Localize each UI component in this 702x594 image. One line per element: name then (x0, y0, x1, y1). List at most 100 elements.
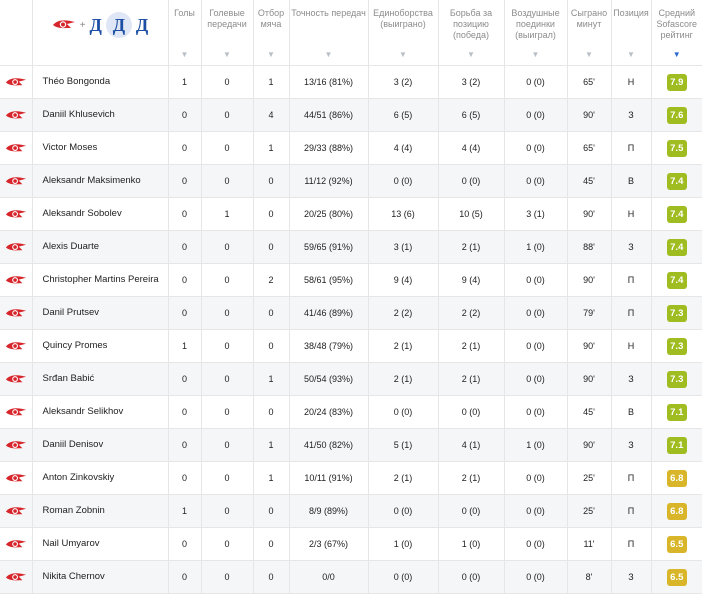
rating-cell: 6.5 (651, 561, 702, 594)
table-row[interactable]: Aleksandr Sobolev 0 1 0 20/25 (80%) 13 (… (0, 198, 702, 231)
dynamo-letter-icon: Д (113, 16, 125, 34)
table-row[interactable]: Roman Zobnin 1 0 0 8/9 (89%) 0 (0) 0 (0)… (0, 495, 702, 528)
player-name[interactable]: Nail Umyarov (32, 528, 168, 561)
rating-badge: 7.1 (667, 437, 687, 454)
player-name[interactable]: Aleksandr Sobolev (32, 198, 168, 231)
sort-icon: ▼ (439, 49, 504, 60)
position-cell: П (611, 264, 651, 297)
player-name[interactable]: Daniil Khlusevich (32, 99, 168, 132)
minutes-cell: 11' (567, 528, 611, 561)
spartak-logo-icon (5, 439, 27, 452)
table-row[interactable]: Aleksandr Maksimenko 0 0 0 11/12 (92%) 0… (0, 165, 702, 198)
header-tackles-label: Отбор мяча (258, 8, 284, 29)
ground-duels-cell: 2 (1) (438, 363, 504, 396)
club-logo-cell (0, 231, 32, 264)
table-row[interactable]: Alexis Duarte 0 0 0 59/65 (91%) 3 (1) 2 … (0, 231, 702, 264)
pass-accuracy-cell: 29/33 (88%) (289, 132, 368, 165)
club-logo-cell (0, 363, 32, 396)
minutes-cell: 25' (567, 462, 611, 495)
table-row[interactable]: Srđan Babić 0 0 1 50/54 (93%) 2 (1) 2 (1… (0, 363, 702, 396)
duels-cell: 2 (2) (368, 297, 438, 330)
player-name[interactable]: Théo Bongonda (32, 66, 168, 99)
header-goals[interactable]: Голы▼ (168, 0, 201, 66)
club-logo-cell (0, 495, 32, 528)
goals-cell: 1 (168, 66, 201, 99)
club-logo-cell (0, 330, 32, 363)
club-logo-cell (0, 99, 32, 132)
goals-cell: 0 (168, 462, 201, 495)
rating-badge: 7.3 (667, 338, 687, 355)
assists-cell: 1 (201, 198, 253, 231)
table-row[interactable]: Christopher Martins Pereira 0 0 2 58/61 … (0, 264, 702, 297)
table-row[interactable]: Danil Prutsev 0 0 0 41/46 (89%) 2 (2) 2 … (0, 297, 702, 330)
rating-badge: 6.5 (667, 569, 687, 586)
club-logo-cell (0, 264, 32, 297)
rating-cell: 7.3 (651, 363, 702, 396)
player-name[interactable]: Alexis Duarte (32, 231, 168, 264)
spartak-logo-icon (5, 571, 27, 584)
aerial-duels-cell: 0 (0) (504, 396, 567, 429)
player-name[interactable]: Anton Zinkovskiy (32, 462, 168, 495)
dynamo-selected-icon[interactable]: Д (106, 12, 132, 38)
position-cell: З (611, 429, 651, 462)
dynamo-filter-icon[interactable]: Д (90, 16, 102, 34)
header-aerial-duels[interactable]: Воздушные поединки (выиграл)▼ (504, 0, 567, 66)
ground-duels-cell: 4 (4) (438, 132, 504, 165)
table-row[interactable]: Nikita Chernov 0 0 0 0/0 0 (0) 0 (0) 0 (… (0, 561, 702, 594)
team-filter[interactable]: + Д Д Д (32, 0, 168, 66)
player-name[interactable]: Roman Zobnin (32, 495, 168, 528)
table-row[interactable]: Victor Moses 0 0 1 29/33 (88%) 4 (4) 4 (… (0, 132, 702, 165)
goals-cell: 0 (168, 297, 201, 330)
club-logo-cell (0, 132, 32, 165)
goals-cell: 0 (168, 264, 201, 297)
assists-cell: 0 (201, 561, 253, 594)
duels-cell: 3 (1) (368, 231, 438, 264)
header-assists[interactable]: Голевые передачи▼ (201, 0, 253, 66)
minutes-cell: 45' (567, 396, 611, 429)
player-name[interactable]: Aleksandr Selikhov (32, 396, 168, 429)
sort-icon: ▼ (202, 49, 253, 60)
player-name[interactable]: Aleksandr Maksimenko (32, 165, 168, 198)
header-rating[interactable]: Средний Sofascore рейтинг▼ (651, 0, 702, 66)
player-name[interactable]: Nikita Chernov (32, 561, 168, 594)
rating-cell: 7.4 (651, 264, 702, 297)
header-pass-accuracy[interactable]: Точность передач▼ (289, 0, 368, 66)
player-name[interactable]: Christopher Martins Pereira (32, 264, 168, 297)
tackles-cell: 0 (253, 561, 289, 594)
duels-cell: 2 (1) (368, 363, 438, 396)
player-name[interactable]: Danil Prutsev (32, 297, 168, 330)
tackles-cell: 0 (253, 528, 289, 561)
header-position[interactable]: Позиция▼ (611, 0, 651, 66)
header-tackles[interactable]: Отбор мяча▼ (253, 0, 289, 66)
header-minutes[interactable]: Сыграно минут▼ (567, 0, 611, 66)
duels-cell: 2 (1) (368, 462, 438, 495)
spartak-filter-icon[interactable] (52, 18, 76, 32)
goals-cell: 0 (168, 396, 201, 429)
player-name[interactable]: Srđan Babić (32, 363, 168, 396)
header-duels[interactable]: Единоборства (выиграно)▼ (368, 0, 438, 66)
header-duels-label: Единоборства (выиграно) (373, 8, 433, 29)
goals-cell: 0 (168, 528, 201, 561)
header-aerial-label: Воздушные поединки (выиграл) (511, 8, 559, 40)
table-row[interactable]: Théo Bongonda 1 0 1 13/16 (81%) 3 (2) 3 … (0, 66, 702, 99)
table-row[interactable]: Nail Umyarov 0 0 0 2/3 (67%) 1 (0) 1 (0)… (0, 528, 702, 561)
header-ground-duels[interactable]: Борьба за позицию (победа)▼ (438, 0, 504, 66)
assists-cell: 0 (201, 363, 253, 396)
minutes-cell: 65' (567, 66, 611, 99)
position-cell: В (611, 165, 651, 198)
dynamo-filter-icon-2[interactable]: Д (136, 16, 148, 34)
player-name[interactable]: Daniil Denisov (32, 429, 168, 462)
duels-cell: 0 (0) (368, 495, 438, 528)
ground-duels-cell: 2 (2) (438, 297, 504, 330)
table-row[interactable]: Quincy Promes 1 0 0 38/48 (79%) 2 (1) 2 … (0, 330, 702, 363)
pass-accuracy-cell: 38/48 (79%) (289, 330, 368, 363)
table-row[interactable]: Daniil Denisov 0 0 1 41/50 (82%) 5 (1) 4… (0, 429, 702, 462)
assists-cell: 0 (201, 132, 253, 165)
player-name[interactable]: Quincy Promes (32, 330, 168, 363)
rating-badge: 7.4 (667, 272, 687, 289)
table-row[interactable]: Anton Zinkovskiy 0 0 1 10/11 (91%) 2 (1)… (0, 462, 702, 495)
player-name[interactable]: Victor Moses (32, 132, 168, 165)
table-row[interactable]: Aleksandr Selikhov 0 0 0 20/24 (83%) 0 (… (0, 396, 702, 429)
pass-accuracy-cell: 20/25 (80%) (289, 198, 368, 231)
table-row[interactable]: Daniil Khlusevich 0 0 4 44/51 (86%) 6 (5… (0, 99, 702, 132)
